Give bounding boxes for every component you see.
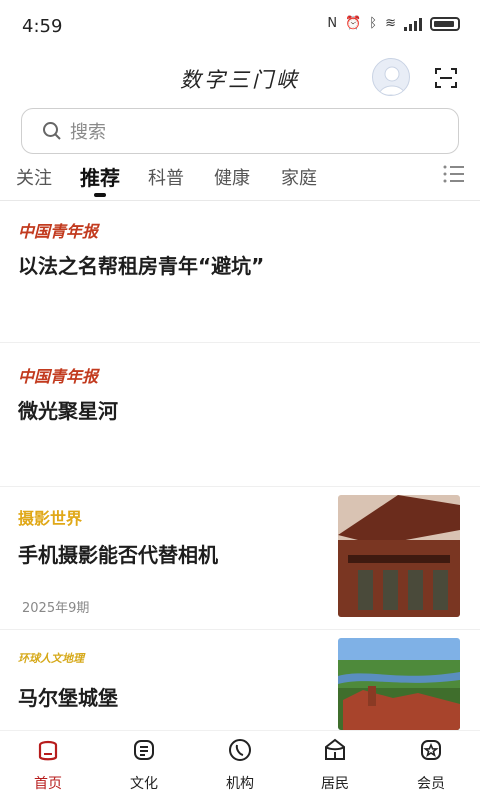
nav-home[interactable]: 首页	[13, 731, 83, 801]
news-source: 摄影世界	[18, 505, 82, 529]
alarm-icon: ⏰	[345, 16, 361, 31]
member-star-icon	[418, 737, 444, 763]
menu-list-icon[interactable]	[442, 162, 466, 186]
avatar[interactable]	[372, 58, 410, 96]
news-thumbnail	[338, 495, 460, 617]
news-card[interactable]: 摄影世界 手机摄影能否代替相机 2025年9期	[0, 487, 480, 630]
residents-icon	[322, 737, 348, 763]
nav-residents[interactable]: 居民	[300, 731, 370, 801]
news-source: 环球人文地理	[18, 650, 84, 666]
scan-icon[interactable]	[434, 66, 458, 90]
castle-image	[338, 638, 460, 730]
bottom-nav: 首页 文化 机构 居民 会员	[0, 730, 480, 801]
tab-follow[interactable]: 关注	[16, 164, 52, 190]
news-card[interactable]: 环球人文地理 马尔堡城堡	[0, 630, 480, 730]
nav-culture[interactable]: 文化	[109, 731, 179, 801]
news-title: 微光聚星河	[18, 395, 118, 424]
tab-health[interactable]: 健康	[214, 164, 250, 190]
news-title: 以法之名帮租房青年“避坑”	[18, 250, 264, 279]
news-source: 中国青年报	[18, 218, 98, 242]
news-source: 中国青年报	[18, 363, 98, 387]
nav-institution-label: 机构	[205, 773, 275, 793]
temple-image	[338, 495, 460, 617]
news-title: 马尔堡城堡	[18, 682, 118, 711]
signal-icon	[404, 17, 422, 31]
status-bar: 4:59 N ⏰ ᛒ ≋	[0, 0, 480, 50]
tab-recommend[interactable]: 推荐	[80, 162, 120, 191]
news-title: 手机摄影能否代替相机	[18, 539, 218, 568]
news-card[interactable]: 中国青年报 以法之名帮租房青年“避坑”	[0, 200, 480, 343]
nav-culture-label: 文化	[109, 773, 179, 793]
tab-family[interactable]: 家庭	[281, 164, 317, 190]
nav-member-label: 会员	[396, 773, 466, 793]
status-icons: N ⏰ ᛒ ≋	[327, 16, 460, 31]
active-tab-indicator	[94, 193, 106, 197]
news-card[interactable]: 中国青年报 微光聚星河	[0, 343, 480, 487]
phone-icon	[227, 737, 253, 763]
nav-home-label: 首页	[13, 773, 83, 793]
home-icon	[35, 737, 61, 763]
wifi-icon: ≋	[385, 16, 396, 31]
search-placeholder: 搜索	[70, 118, 106, 144]
news-meta: 2025年9期	[22, 597, 89, 616]
battery-icon	[430, 17, 460, 31]
search-input[interactable]: 搜索	[21, 108, 459, 154]
news-thumbnail	[338, 638, 460, 730]
tab-science[interactable]: 科普	[148, 164, 184, 190]
category-tabs: 关注 推荐 科普 健康 家庭	[0, 156, 480, 201]
document-icon	[131, 737, 157, 763]
status-time: 4:59	[22, 16, 62, 37]
search-icon	[42, 121, 62, 141]
bluetooth-icon: ᛒ	[369, 16, 377, 31]
nav-member[interactable]: 会员	[396, 731, 466, 801]
nfc-icon: N	[327, 16, 337, 31]
nav-institution[interactable]: 机构	[205, 731, 275, 801]
nav-residents-label: 居民	[300, 773, 370, 793]
app-header: 数字三门峡	[0, 50, 480, 106]
